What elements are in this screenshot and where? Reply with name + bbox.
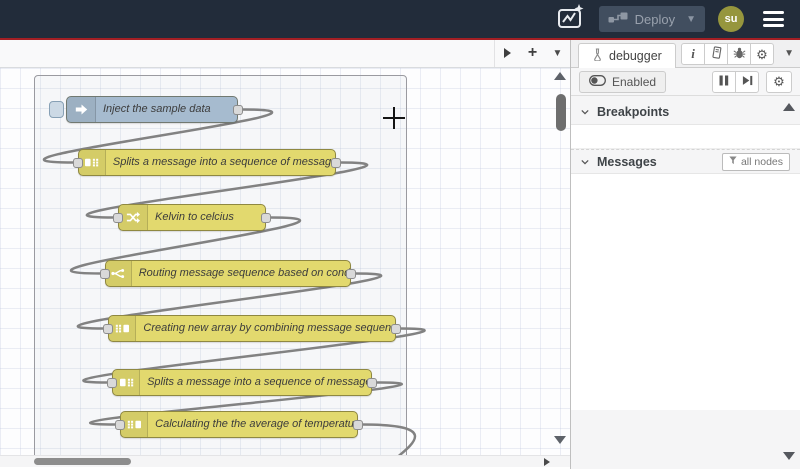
node-red-app: Deploy ▼ su + ▼ Inject the sample data Sp…: [0, 0, 800, 469]
hamburger-menu-icon[interactable]: [757, 7, 790, 31]
sidebar: debugger i ⚙ ▼ Enabled ⚙ Breakpoints Mes…: [570, 40, 800, 469]
play-icon: [504, 48, 511, 59]
join-icon: [109, 315, 137, 341]
tab-debugger[interactable]: debugger: [578, 43, 676, 68]
sidebar-tabbar: debugger i ⚙ ▼: [571, 40, 800, 68]
messages-title: Messages: [597, 154, 657, 169]
flow-node-change[interactable]: Kelvin to celcius: [113, 203, 271, 231]
node-label: Calculating the the average of temperatu…: [155, 418, 357, 431]
enabled-label: Enabled: [612, 74, 657, 89]
canvas-hscrollbar: [0, 455, 570, 467]
filter-icon: [729, 156, 737, 168]
change-icon: [119, 204, 148, 230]
tab-scroll-right-button[interactable]: [495, 40, 520, 67]
output-port[interactable]: [346, 268, 356, 279]
flow-node-join[interactable]: Calculating the the average of temperatu…: [115, 410, 363, 438]
chevron-down-icon: [581, 109, 589, 115]
flow-canvas[interactable]: Inject the sample data Splits a message i…: [0, 67, 570, 456]
node-label: Splits a message into a sequence of mess…: [112, 156, 335, 169]
bug-icon: [733, 46, 746, 62]
debug-button[interactable]: [727, 43, 751, 65]
canvas-vscroll-thumb[interactable]: [556, 93, 566, 131]
deploy-button[interactable]: Deploy ▼: [598, 6, 705, 32]
input-port[interactable]: [115, 419, 125, 430]
input-port[interactable]: [107, 377, 117, 388]
canvas-hscroll-thumb[interactable]: [34, 458, 131, 466]
book-icon: [710, 46, 723, 62]
flask-icon: [592, 48, 603, 64]
pause-icon: [719, 75, 729, 89]
output-port[interactable]: [391, 323, 401, 334]
gear-icon: ⚙: [773, 74, 785, 89]
flow-node-split[interactable]: Splits a message into a sequence of mess…: [107, 368, 377, 396]
output-port[interactable]: [261, 212, 271, 223]
node-label: Routing message sequence based on condit…: [138, 267, 350, 280]
sidebar-scroll-down-icon[interactable]: [783, 452, 795, 460]
gear-icon: ⚙: [756, 46, 768, 62]
settings-button[interactable]: ⚙: [750, 43, 774, 65]
filter-label: all nodes: [740, 155, 783, 168]
toggle-icon: [589, 74, 606, 89]
debugger-panel: Breakpoints Messages all nodes: [571, 96, 800, 468]
messages-list: [571, 174, 800, 410]
tab-debugger-label: debugger: [609, 49, 662, 63]
node-label: Kelvin to celcius: [155, 211, 234, 224]
ai-flow-button[interactable]: [554, 3, 586, 36]
avatar[interactable]: su: [718, 6, 744, 32]
flow-node-switch[interactable]: Routing message sequence based on condit…: [100, 259, 356, 287]
sidebar-tabs-caret-icon[interactable]: ▼: [784, 48, 794, 59]
debugger-toolbar: Enabled ⚙: [571, 68, 800, 96]
wire[interactable]: [360, 423, 430, 456]
flow-list-button[interactable]: ▼: [545, 40, 570, 67]
node-label: Creating new array by combining message …: [143, 322, 395, 335]
output-port[interactable]: [331, 157, 341, 168]
chevron-down-icon: ▼: [552, 47, 563, 59]
step-forward-icon: [742, 75, 753, 89]
message-filter-button[interactable]: all nodes: [721, 152, 790, 171]
add-flow-button[interactable]: +: [520, 40, 545, 67]
breakpoints-list: [571, 125, 800, 149]
split-icon: [79, 149, 106, 175]
input-port[interactable]: [103, 323, 113, 334]
flow-node-inject[interactable]: Inject the sample data: [49, 95, 243, 123]
deploy-label: Deploy: [634, 11, 676, 27]
deploy-caret-icon[interactable]: ▼: [686, 14, 696, 25]
node-label: Inject the sample data: [103, 103, 211, 116]
debugger-settings-button[interactable]: ⚙: [766, 70, 792, 93]
deploy-icon: [608, 11, 628, 28]
info-icon: i: [691, 46, 695, 61]
canvas-scroll-right-icon[interactable]: [544, 458, 550, 467]
breakpoints-title: Breakpoints: [597, 105, 670, 119]
flow-node-split[interactable]: Splits a message into a sequence of mess…: [73, 148, 341, 176]
inject-arrow-icon: [67, 96, 96, 122]
canvas-scroll-up-icon[interactable]: [554, 71, 566, 80]
output-port[interactable]: [353, 419, 363, 430]
join-icon: [121, 411, 149, 437]
inject-trigger-button[interactable]: [49, 100, 64, 118]
output-port[interactable]: [367, 377, 377, 388]
flow-node-join[interactable]: Creating new array by combining message …: [103, 314, 401, 342]
help-button[interactable]: [704, 43, 728, 65]
breakpoints-section-header[interactable]: Breakpoints: [571, 100, 800, 125]
enabled-toggle-button[interactable]: Enabled: [579, 70, 667, 93]
header: Deploy ▼ su: [0, 0, 800, 40]
input-port[interactable]: [100, 268, 110, 279]
workspace: + ▼ Inject the sample data Splits a messa…: [0, 40, 570, 467]
workspace-tabbar: + ▼: [0, 40, 570, 68]
canvas-scroll-down-icon[interactable]: [554, 435, 566, 444]
input-port[interactable]: [113, 212, 123, 223]
output-port[interactable]: [233, 104, 243, 115]
step-button[interactable]: [735, 70, 759, 93]
chevron-down-icon: [581, 159, 589, 164]
messages-section-header[interactable]: Messages all nodes: [571, 149, 800, 174]
node-label: Splits a message into a sequence of mess…: [147, 376, 371, 389]
ai-flow-icon: [554, 3, 586, 36]
input-port[interactable]: [73, 157, 83, 168]
split-icon: [113, 369, 141, 395]
plus-icon: +: [527, 44, 538, 62]
sidebar-scroll-up-icon[interactable]: [783, 103, 795, 111]
pause-button[interactable]: [712, 70, 736, 93]
info-button[interactable]: i: [681, 43, 705, 65]
